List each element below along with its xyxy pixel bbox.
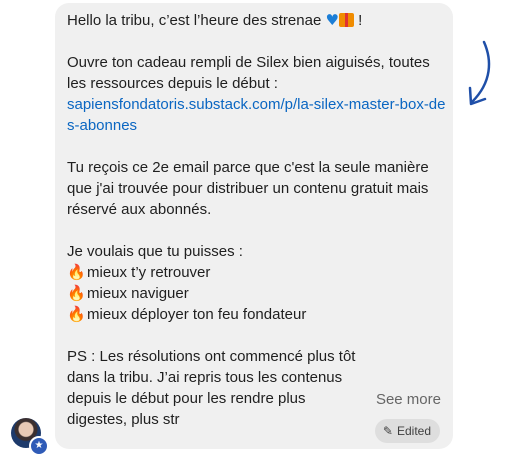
- fire-icon: 🔥: [67, 284, 86, 302]
- fire-icon: 🔥: [67, 263, 86, 281]
- pencil-icon: ✎: [382, 424, 393, 438]
- paragraph-1-text: Ouvre ton cadeau rempli de Silex bien ai…: [67, 54, 430, 92]
- paragraph-4: PS : Les résolutions ont commencé plus t…: [67, 348, 356, 428]
- see-more-button[interactable]: See more: [376, 391, 441, 408]
- message-bubble: Hello la tribu, c’est l’heure des strena…: [55, 3, 453, 449]
- bullet-item: 🔥mieux t’y retrouver: [67, 262, 447, 283]
- edited-badge[interactable]: ✎ Edited: [374, 419, 440, 443]
- edited-label: Edited: [396, 424, 431, 438]
- gift-icon: [338, 13, 354, 27]
- paragraph-2: Tu reçois ce 2e email parce que c'est la…: [67, 159, 429, 218]
- bullet-text: mieux naviguer: [87, 285, 189, 302]
- star-badge-icon: ★: [29, 436, 49, 456]
- silex-box-link[interactable]: sapiensfondatoris.substack.com/p/la-sile…: [67, 96, 446, 134]
- greeting-end: !: [358, 12, 363, 29]
- bullet-text: mieux déployer ton feu fondateur: [87, 306, 307, 323]
- paragraph-1: Ouvre ton cadeau rempli de Silex bien ai…: [67, 52, 447, 136]
- fire-icon: 🔥: [67, 305, 86, 323]
- bullet-text: mieux t’y retrouver: [87, 264, 211, 281]
- curved-arrow-icon: [468, 40, 491, 106]
- paragraph-3: Je voulais que tu puisses :: [67, 243, 243, 260]
- message-body: Hello la tribu, c’est l’heure des strena…: [67, 10, 447, 430]
- greeting-text: Hello la tribu, c’est l’heure des strena…: [67, 12, 322, 29]
- blue-heart-icon: ♥: [325, 11, 339, 29]
- bullet-item: 🔥mieux naviguer: [67, 283, 447, 304]
- greeting-line: Hello la tribu, c’est l’heure des strena…: [67, 10, 447, 31]
- bullet-item: 🔥mieux déployer ton feu fondateur: [67, 304, 447, 325]
